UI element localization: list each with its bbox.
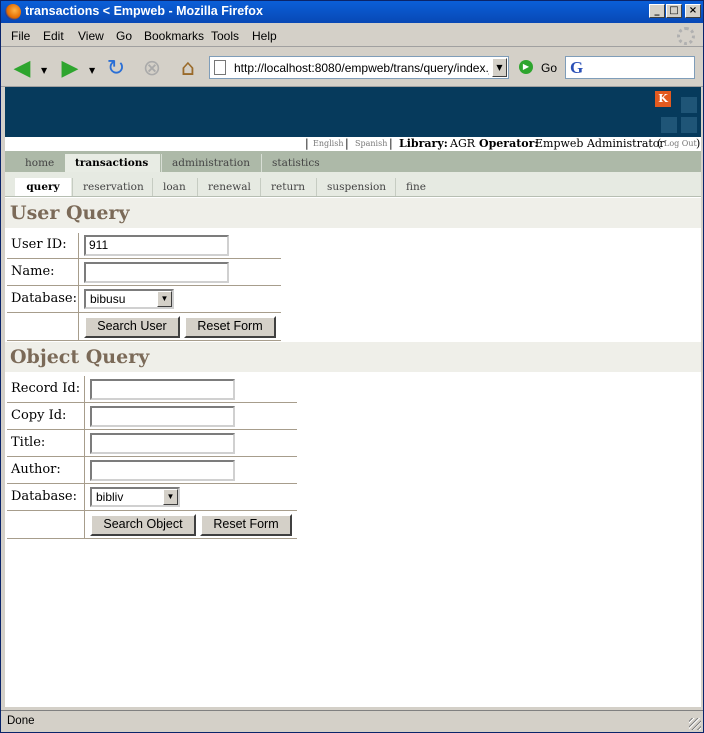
throbber-icon: [677, 27, 695, 45]
forward-dropdown-icon[interactable]: ▼: [89, 66, 95, 75]
close-button[interactable]: ×: [685, 4, 701, 18]
operator-label: Operator:: [479, 137, 539, 150]
site-banner: K: [5, 87, 701, 137]
logo-square-decoration: [681, 97, 697, 113]
logo-square-decoration: [661, 117, 677, 133]
subtab-return[interactable]: return: [260, 178, 315, 196]
name-input[interactable]: [84, 262, 229, 283]
navigation-toolbar: ◀ ▼ ▶ ▼ ↻ ⊗ ⌂ http://localhost:8080/empw…: [1, 48, 703, 87]
user-database-label: Database:: [11, 291, 77, 306]
title-input[interactable]: [90, 433, 235, 454]
author-row: Author:: [7, 457, 297, 484]
home-icon[interactable]: ⌂: [175, 56, 201, 81]
subtab-renewal[interactable]: renewal: [197, 178, 261, 196]
subtab-suspension[interactable]: suspension: [316, 178, 396, 196]
browser-window: transactions < Empweb - Mozilla Firefox …: [0, 0, 704, 733]
session-info-bar: | English | Spanish | Library: AGR Opera…: [5, 137, 701, 151]
object-query-heading: Object Query: [5, 342, 701, 372]
title-bar: transactions < Empweb - Mozilla Firefox …: [1, 1, 703, 23]
user-database-value: bibusu: [90, 292, 126, 306]
user-id-label: User ID:: [11, 237, 67, 252]
user-database-select[interactable]: bibusu ▼: [84, 289, 174, 309]
resize-grip-icon[interactable]: [689, 718, 701, 730]
object-database-select[interactable]: bibliv ▼: [90, 487, 180, 507]
subtab-loan[interactable]: loan: [152, 178, 196, 196]
search-bar[interactable]: G: [565, 56, 695, 79]
menu-bar: File Edit View Go Bookmarks Tools Help: [1, 25, 703, 47]
forward-arrow-icon[interactable]: ▶: [57, 56, 83, 81]
chevron-down-icon[interactable]: ▼: [157, 291, 172, 307]
search-object-button[interactable]: Search Object: [90, 514, 196, 536]
object-database-value: bibliv: [96, 490, 124, 504]
object-database-label: Database:: [11, 489, 77, 504]
minimize-button[interactable]: _: [649, 4, 665, 18]
tab-home[interactable]: home: [15, 154, 64, 172]
user-reset-form-button[interactable]: Reset Form: [184, 316, 276, 338]
page-icon: [214, 60, 226, 75]
user-id-row: User ID: 911: [7, 232, 281, 259]
tab-statistics[interactable]: statistics: [261, 154, 330, 172]
url-dropdown-icon[interactable]: ▼: [492, 58, 507, 77]
title-label: Title:: [11, 435, 46, 450]
menu-tools[interactable]: Tools: [211, 29, 239, 43]
user-id-input[interactable]: 911: [84, 235, 229, 256]
library-value: AGR: [450, 137, 476, 150]
firefox-logo-icon: [5, 4, 21, 20]
sub-tabs: query reservation loan renewal return su…: [5, 172, 701, 197]
menu-go[interactable]: Go: [116, 29, 132, 43]
back-arrow-icon[interactable]: ◀: [9, 56, 35, 81]
copy-id-label: Copy Id:: [11, 408, 67, 423]
search-user-button[interactable]: Search User: [84, 316, 180, 338]
subtab-query[interactable]: query: [15, 178, 71, 196]
url-text: http://localhost:8080/empweb/trans/query…: [234, 61, 489, 75]
back-dropdown-icon[interactable]: ▼: [41, 66, 47, 75]
logout-link[interactable]: Log Out: [664, 137, 697, 151]
name-label: Name:: [11, 264, 55, 279]
library-label: Library:: [399, 137, 448, 150]
status-text: Done: [7, 715, 35, 727]
object-buttons-row: Search Object Reset Form: [7, 511, 297, 539]
author-input[interactable]: [90, 460, 235, 481]
copy-id-row: Copy Id:: [7, 403, 297, 430]
subtab-fine[interactable]: fine: [395, 178, 436, 196]
tab-transactions[interactable]: transactions: [65, 154, 160, 172]
url-bar[interactable]: http://localhost:8080/empweb/trans/query…: [209, 56, 509, 79]
subtab-reservation[interactable]: reservation: [72, 178, 154, 196]
language-spanish-link[interactable]: Spanish: [355, 137, 387, 151]
go-button[interactable]: Go: [541, 61, 557, 75]
user-query-heading: User Query: [5, 198, 701, 228]
page-content: K | English | Spanish | Library: AGR Ope…: [5, 87, 701, 707]
empweb-logo: K: [655, 91, 671, 107]
operator-value: Empweb Administrator: [535, 137, 665, 150]
status-bar: Done: [1, 710, 703, 732]
menu-file[interactable]: File: [11, 29, 30, 43]
menu-help[interactable]: Help: [252, 29, 277, 43]
record-id-label: Record Id:: [11, 381, 81, 396]
object-database-row: Database: bibliv ▼: [7, 484, 297, 511]
window-title: transactions < Empweb - Mozilla Firefox: [25, 4, 263, 18]
author-label: Author:: [11, 462, 61, 477]
logo-square-decoration: [681, 117, 697, 133]
record-id-row: Record Id:: [7, 376, 297, 403]
maximize-button[interactable]: □: [666, 4, 682, 18]
user-database-row: Database: bibusu ▼: [7, 286, 281, 313]
title-row: Title:: [7, 430, 297, 457]
record-id-input[interactable]: [90, 379, 235, 400]
chevron-down-icon[interactable]: ▼: [163, 489, 178, 505]
menu-edit[interactable]: Edit: [43, 29, 64, 43]
name-row: Name:: [7, 259, 281, 286]
menu-bookmarks[interactable]: Bookmarks: [144, 29, 204, 43]
google-search-icon: G: [570, 58, 584, 77]
copy-id-input[interactable]: [90, 406, 235, 427]
tab-administration[interactable]: administration: [161, 154, 260, 172]
language-english-link[interactable]: English: [313, 137, 344, 151]
user-buttons-row: Search User Reset Form: [7, 313, 281, 341]
go-arrow-icon[interactable]: ▶: [519, 60, 533, 74]
reload-icon[interactable]: ↻: [103, 56, 129, 81]
main-tabs: home transactions administration statist…: [5, 151, 701, 172]
menu-view[interactable]: View: [78, 29, 104, 43]
object-reset-form-button[interactable]: Reset Form: [200, 514, 292, 536]
stop-icon[interactable]: ⊗: [139, 56, 165, 81]
